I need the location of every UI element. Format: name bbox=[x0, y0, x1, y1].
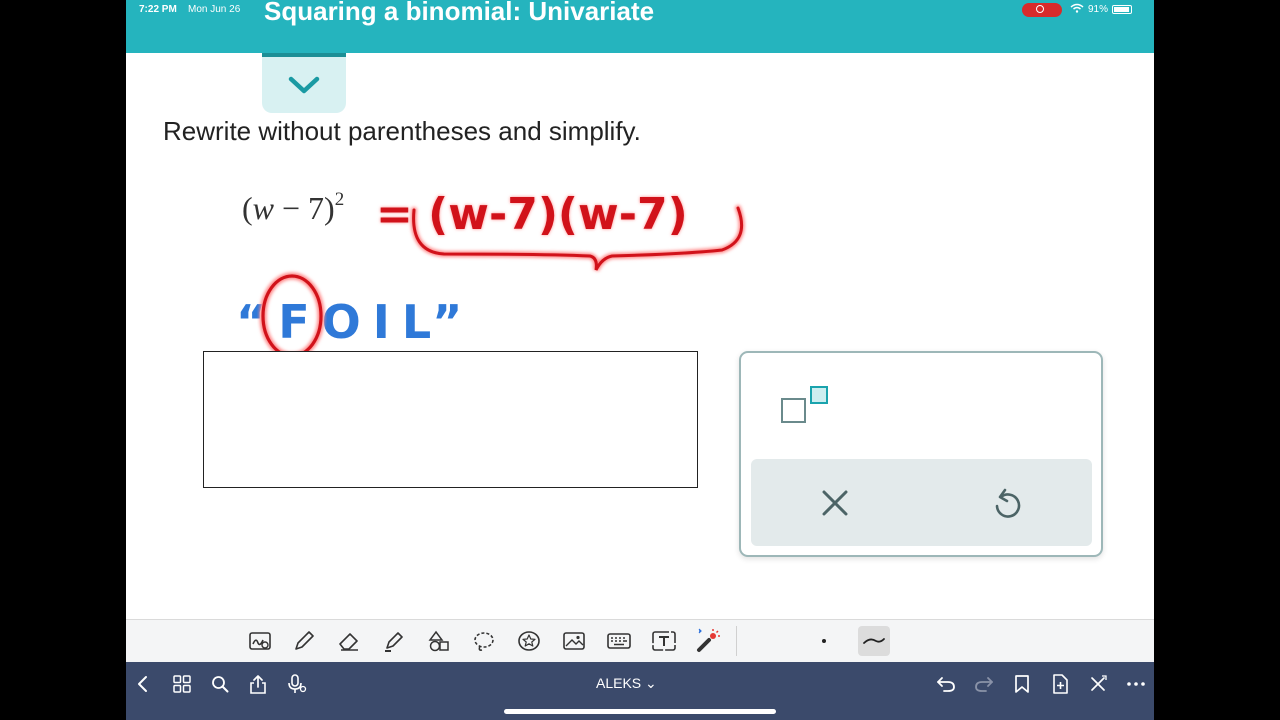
expression-variable: w bbox=[252, 190, 274, 226]
add-page-icon[interactable] bbox=[1048, 672, 1072, 696]
undo-button[interactable] bbox=[979, 483, 1035, 523]
wifi-icon bbox=[1070, 3, 1084, 16]
highlighter-tool-icon[interactable] bbox=[381, 628, 407, 654]
foil-ink: “FOIL” bbox=[236, 295, 474, 349]
math-keypad bbox=[739, 351, 1103, 557]
toolbar-divider bbox=[736, 626, 737, 656]
share-icon[interactable] bbox=[246, 672, 270, 696]
redo-icon[interactable] bbox=[972, 672, 996, 696]
lasso-tool-icon[interactable] bbox=[471, 628, 497, 654]
undo-icon[interactable] bbox=[934, 672, 958, 696]
app-screen: 7:22 PM Mon Jun 26 Squaring a binomial: … bbox=[126, 0, 1154, 720]
close-sidebar-icon[interactable] bbox=[1086, 672, 1110, 696]
handwritten-rewrite: = (w-7)(w-7) = (w-7)(w-7) bbox=[376, 189, 745, 272]
text-tool-icon[interactable] bbox=[651, 628, 677, 654]
back-icon[interactable] bbox=[131, 672, 155, 696]
bookmark-icon[interactable] bbox=[1010, 672, 1034, 696]
pen-tool-icon[interactable] bbox=[291, 628, 317, 654]
close-icon bbox=[822, 490, 848, 516]
image-tool-icon[interactable] bbox=[561, 628, 587, 654]
exponent-key[interactable] bbox=[779, 383, 831, 429]
screen-recording-icon[interactable] bbox=[1022, 3, 1062, 17]
expression-constant: − 7) bbox=[282, 190, 335, 226]
status-time: 7:22 PM bbox=[139, 4, 177, 15]
shapes-tool-icon[interactable] bbox=[426, 628, 452, 654]
more-options-icon[interactable] bbox=[1124, 672, 1148, 696]
page-title: Squaring a binomial: Univariate bbox=[264, 0, 655, 26]
battery-icon bbox=[1112, 5, 1133, 14]
brace-glow bbox=[410, 205, 745, 272]
header-bar: 7:22 PM Mon Jun 26 Squaring a binomial: … bbox=[126, 0, 1154, 53]
keypad-action-row bbox=[751, 459, 1092, 546]
status-indicators: 91% bbox=[1070, 3, 1133, 16]
rewrite-glow: = (w-7)(w-7) bbox=[376, 189, 688, 240]
exponent-base-icon bbox=[781, 398, 806, 423]
zoom-write-tool-icon[interactable] bbox=[247, 628, 273, 654]
handwritten-foil: “FOIL” bbox=[236, 272, 474, 360]
laser-pointer-tool-icon[interactable] bbox=[695, 628, 721, 654]
chevron-down-icon bbox=[288, 76, 320, 94]
battery-percent: 91% bbox=[1088, 4, 1109, 15]
expression-exponent: 2 bbox=[334, 189, 345, 211]
grid-view-icon[interactable] bbox=[170, 672, 194, 696]
keyboard-tool-icon[interactable] bbox=[606, 628, 632, 654]
handwritten-brace bbox=[412, 206, 743, 271]
status-date: Mon Jun 26 bbox=[188, 4, 241, 15]
annotation-toolbar bbox=[126, 619, 1154, 663]
home-indicator bbox=[504, 709, 776, 714]
document-title-menu[interactable]: ALEKS ⌄ bbox=[596, 675, 657, 692]
f-circle bbox=[261, 274, 323, 358]
eraser-tool-icon[interactable] bbox=[336, 628, 362, 654]
pen-size-dot-icon[interactable] bbox=[822, 639, 826, 643]
problem-expression: (w − 7)2 bbox=[242, 189, 345, 226]
collapse-toggle-button[interactable] bbox=[262, 53, 346, 113]
f-circle-glow bbox=[259, 272, 325, 360]
rewrite-ink: = (w-7)(w-7) bbox=[376, 189, 688, 240]
answer-input[interactable] bbox=[203, 351, 698, 488]
microphone-icon[interactable] bbox=[285, 672, 309, 696]
clear-button[interactable] bbox=[807, 483, 863, 523]
search-icon[interactable] bbox=[208, 672, 232, 696]
problem-instruction: Rewrite without parentheses and simplify… bbox=[163, 116, 641, 146]
sticker-tool-icon[interactable] bbox=[516, 628, 542, 654]
pen-stroke-style-icon[interactable] bbox=[858, 626, 890, 656]
exponent-power-icon bbox=[810, 386, 828, 404]
bottom-nav-bar: ALEKS ⌄ bbox=[126, 662, 1154, 720]
undo-icon bbox=[995, 488, 1021, 518]
